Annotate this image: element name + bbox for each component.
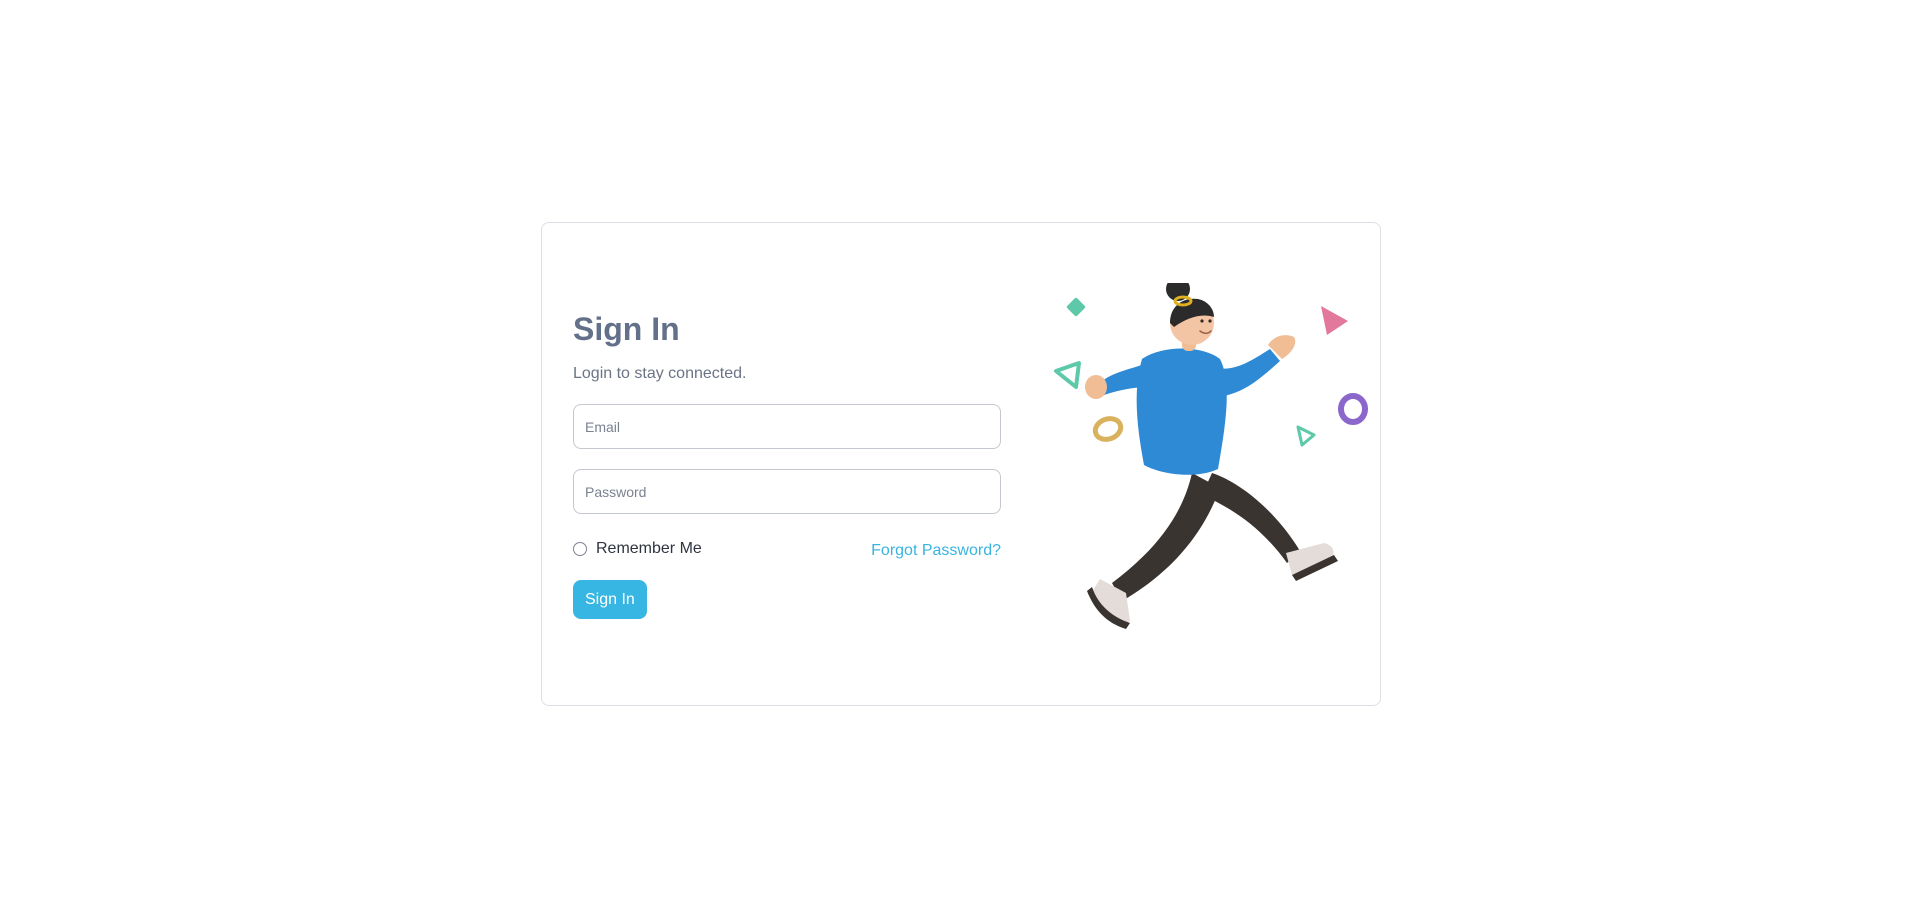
email-field[interactable] <box>573 404 1001 449</box>
password-field[interactable] <box>573 469 1001 514</box>
remember-me-option[interactable]: Remember Me <box>573 540 702 558</box>
remember-me-label: Remember Me <box>596 540 702 557</box>
sign-in-card: Sign In Login to stay connected. Remembe… <box>541 222 1381 706</box>
gold-ring-shape <box>1092 416 1124 442</box>
green-diamond-shape <box>1066 297 1086 317</box>
small-green-triangle-shape <box>1296 425 1316 447</box>
page-title: Sign In <box>573 311 680 347</box>
forgot-password-link[interactable]: Forgot Password? <box>871 542 1001 560</box>
running-person-illustration <box>1054 283 1368 629</box>
pink-triangle-shape <box>1321 306 1348 335</box>
torso <box>1136 348 1227 475</box>
green-triangle-shape <box>1054 361 1081 389</box>
front-leg <box>1202 473 1300 563</box>
front-arm <box>1210 349 1280 397</box>
sign-in-button[interactable]: Sign In <box>573 580 647 619</box>
back-hand <box>1085 375 1107 399</box>
purple-ring-shape <box>1338 393 1368 425</box>
page-subtitle: Login to stay connected. <box>573 365 747 382</box>
remember-me-radio[interactable] <box>573 542 587 556</box>
